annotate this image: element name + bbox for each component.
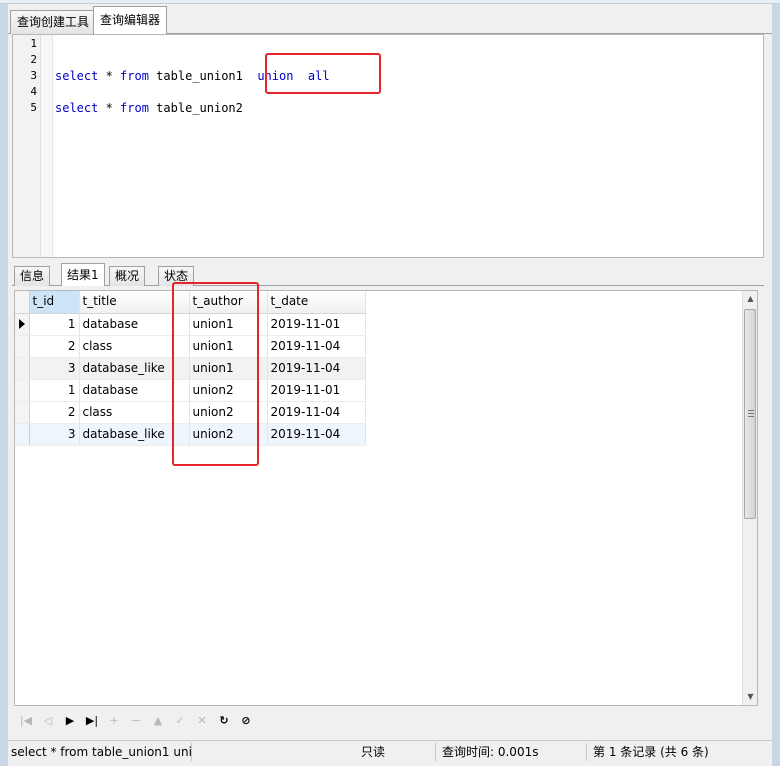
line-number-gutter: 1 2 3 4 5 xyxy=(13,35,41,257)
cell[interactable]: 3 xyxy=(29,423,80,446)
keyword-select: select xyxy=(55,69,99,83)
cell[interactable]: union2 xyxy=(189,379,268,402)
row-indicator xyxy=(15,379,30,402)
status-records: 第 1 条记录 (共 6 条) xyxy=(593,745,709,759)
cell[interactable]: class xyxy=(79,335,190,358)
refresh-icon[interactable]: ↻ xyxy=(216,713,232,729)
table-row[interactable]: 3 database_like union2 2019-11-04 xyxy=(15,423,366,446)
grip-icon xyxy=(748,410,754,417)
result-grid[interactable]: t_id t_title t_author t_date 1 database … xyxy=(14,290,758,706)
cell[interactable]: union2 xyxy=(189,401,268,424)
result-table: t_id t_title t_author t_date 1 database … xyxy=(15,291,366,446)
cell[interactable]: 1 xyxy=(29,379,80,402)
cell[interactable]: 1 xyxy=(29,313,80,336)
keyword-select: select xyxy=(55,101,99,115)
cell[interactable]: class xyxy=(79,401,190,424)
keyword-all: all xyxy=(300,69,330,83)
column-header[interactable]: t_date xyxy=(267,291,366,314)
cell[interactable]: 2 xyxy=(29,401,80,424)
editor-tab-bar: 查询创建工具 查询编辑器 xyxy=(8,4,772,34)
apply-icon[interactable]: ✓ xyxy=(172,713,188,729)
keyword-from: from xyxy=(120,101,149,115)
code-area[interactable]: select * from table_union1 union all sel… xyxy=(55,35,763,116)
cell[interactable]: union1 xyxy=(189,357,268,380)
fold-column xyxy=(41,35,53,257)
code-line-5: select * from table_union2 xyxy=(55,100,763,116)
cell[interactable]: database_like xyxy=(79,423,190,446)
delete-record-icon[interactable]: − xyxy=(128,713,144,729)
cell[interactable]: 2019-11-04 xyxy=(267,423,366,446)
table-row[interactable]: 2 class union2 2019-11-04 xyxy=(15,401,366,424)
cell[interactable]: 2 xyxy=(29,335,80,358)
vertical-scrollbar[interactable]: ▲ ▼ xyxy=(742,291,757,705)
row-indicator-header xyxy=(15,291,30,314)
status-query-time: 查询时间: 0.001s xyxy=(439,743,587,761)
sql-editor[interactable]: 1 2 3 4 5 select * from table_union1 uni… xyxy=(12,34,764,258)
row-indicator xyxy=(15,313,30,336)
row-indicator xyxy=(15,357,30,380)
table-row[interactable]: 3 database_like union1 2019-11-04 xyxy=(15,357,366,380)
tab-status[interactable]: 状态 xyxy=(158,266,195,286)
tab-result1[interactable]: 结果1 xyxy=(61,263,105,286)
table-name: table_union1 xyxy=(148,69,251,83)
tab-overview[interactable]: 概况 xyxy=(109,266,146,286)
scroll-down-icon[interactable]: ▼ xyxy=(743,689,757,705)
cell[interactable]: 3 xyxy=(29,357,80,380)
tab-query-editor[interactable]: 查询编辑器 xyxy=(93,6,168,34)
keyword-from: from xyxy=(120,69,149,83)
last-record-icon[interactable]: ▶| xyxy=(84,713,100,729)
table-row[interactable]: 1 database union1 2019-11-01 xyxy=(15,313,366,336)
add-record-icon[interactable]: + xyxy=(106,713,122,729)
cell[interactable]: union1 xyxy=(189,335,268,358)
status-bar: select * from table_union1 unic 只读 查询时间:… xyxy=(8,740,772,762)
column-header[interactable]: t_id xyxy=(29,291,80,314)
cell[interactable]: 2019-11-01 xyxy=(267,379,366,402)
edit-record-icon[interactable]: ▲ xyxy=(150,713,166,729)
keyword-union: union xyxy=(250,69,301,83)
code-star: * xyxy=(98,69,121,83)
line-number: 1 xyxy=(30,37,37,50)
cell[interactable]: union1 xyxy=(189,313,268,336)
status-mode: 只读 xyxy=(358,743,436,761)
cell[interactable]: 2019-11-04 xyxy=(267,335,366,358)
row-indicator xyxy=(15,401,30,424)
cell[interactable]: 2019-11-04 xyxy=(267,401,366,424)
prev-record-icon[interactable]: ◁ xyxy=(40,713,56,729)
code-line-3: select * from table_union1 union all xyxy=(55,68,763,84)
code-star: * xyxy=(98,101,121,115)
line-number: 4 xyxy=(30,85,37,98)
column-header[interactable]: t_title xyxy=(79,291,190,314)
row-indicator xyxy=(15,335,30,358)
cell[interactable]: 2019-11-04 xyxy=(267,357,366,380)
record-navigation-bar: |◀ ◁ ▶ ▶| + − ▲ ✓ ✕ ↻ ⊘ xyxy=(14,708,758,734)
current-row-pointer-icon xyxy=(18,319,25,329)
cell[interactable]: database xyxy=(79,313,190,336)
cell[interactable]: database xyxy=(79,379,190,402)
line-number: 3 xyxy=(30,69,37,82)
cell[interactable]: database_like xyxy=(79,357,190,380)
table-row[interactable]: 1 database union2 2019-11-01 xyxy=(15,379,366,402)
row-indicator xyxy=(15,423,30,446)
cell[interactable]: union2 xyxy=(189,423,268,446)
table-name: table_union2 xyxy=(148,101,243,115)
result-tab-bar: 信息 结果1 概况 状态 xyxy=(12,262,764,286)
cancel-icon[interactable]: ✕ xyxy=(194,713,210,729)
tab-info[interactable]: 信息 xyxy=(14,266,51,286)
line-number: 2 xyxy=(30,53,37,66)
tab-query-builder[interactable]: 查询创建工具 xyxy=(10,10,97,34)
first-record-icon[interactable]: |◀ xyxy=(18,713,34,729)
next-record-icon[interactable]: ▶ xyxy=(62,713,78,729)
scroll-up-icon[interactable]: ▲ xyxy=(743,291,757,307)
table-row[interactable]: 2 class union1 2019-11-04 xyxy=(15,335,366,358)
column-header[interactable]: t_author xyxy=(189,291,268,314)
line-number: 5 xyxy=(30,101,37,114)
stop-icon[interactable]: ⊘ xyxy=(238,713,254,729)
cell[interactable]: 2019-11-01 xyxy=(267,313,366,336)
scroll-thumb[interactable] xyxy=(744,309,756,519)
status-sql: select * from table_union1 unic xyxy=(8,743,192,761)
